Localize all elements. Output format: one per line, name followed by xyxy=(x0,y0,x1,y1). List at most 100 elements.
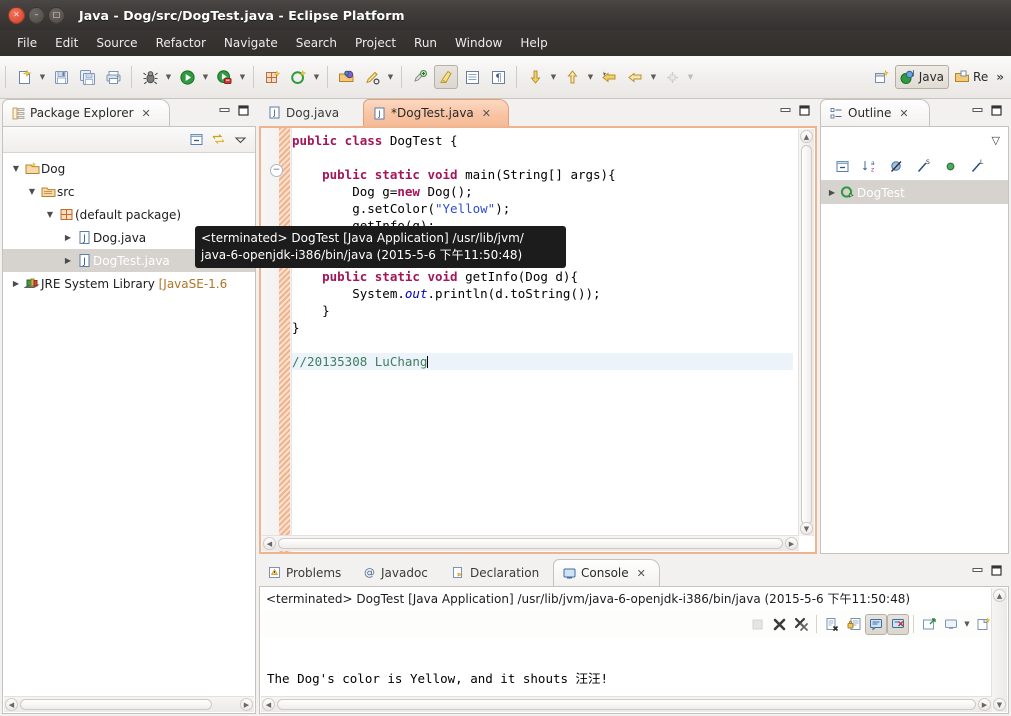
hscroll-thumb[interactable] xyxy=(278,538,783,549)
pin-editor-button[interactable] xyxy=(660,65,684,89)
menu-edit[interactable]: Edit xyxy=(46,34,87,52)
forward-history-dropdown[interactable]: ▼ xyxy=(648,65,659,89)
show-console-on-output-button[interactable] xyxy=(865,613,887,635)
expand-twisty[interactable]: ▶ xyxy=(61,233,75,242)
tab-dogtest-java[interactable]: J *DogTest.java ✕ xyxy=(363,99,509,126)
scroll-left-arrow[interactable]: ◀ xyxy=(262,698,275,711)
debug-button[interactable] xyxy=(138,65,162,89)
view-menu-button[interactable] xyxy=(229,130,251,150)
editor-gutter[interactable]: − xyxy=(261,128,292,552)
tab-console[interactable]: Console ✕ xyxy=(553,559,660,586)
menu-project[interactable]: Project xyxy=(346,34,405,52)
tab-problems[interactable]: Problems xyxy=(259,559,354,586)
scroll-up-arrow[interactable]: ▲ xyxy=(993,589,1006,602)
vscroll-thumb[interactable] xyxy=(801,145,812,525)
expand-twisty[interactable]: ▶ xyxy=(9,279,23,288)
expand-twisty[interactable]: ▶ xyxy=(825,188,839,197)
expand-twisty[interactable]: ▶ xyxy=(61,256,75,265)
previous-annotation-button[interactable] xyxy=(560,65,584,89)
new-java-class-button[interactable] xyxy=(286,65,310,89)
editor-hscrollbar[interactable]: ◀ ▶ xyxy=(262,535,799,551)
tab-dog-java[interactable]: J Dog.java xyxy=(259,99,363,126)
perspective-java[interactable]: J Java xyxy=(894,65,950,89)
collapse-all-button[interactable] xyxy=(185,130,207,150)
scroll-right-arrow[interactable]: ▶ xyxy=(240,698,253,711)
tab-declaration[interactable]: Declaration xyxy=(443,559,553,586)
print-button[interactable] xyxy=(101,65,125,89)
maximize-view-button[interactable] xyxy=(990,104,1003,117)
tree-item-dog-project[interactable]: ▼ Dog xyxy=(3,157,255,180)
new-wizard-button[interactable] xyxy=(12,65,36,89)
tab-javadoc[interactable]: @ Javadoc xyxy=(354,559,443,586)
next-annotation-dropdown[interactable]: ▼ xyxy=(548,65,559,89)
terminate-button[interactable] xyxy=(768,614,790,635)
new-wizard-dropdown[interactable]: ▼ xyxy=(37,65,48,89)
back-history-button[interactable] xyxy=(597,65,621,89)
new-class-dropdown[interactable]: ▼ xyxy=(311,65,322,89)
scroll-right-arrow[interactable]: ▶ xyxy=(785,537,798,550)
close-icon[interactable]: ✕ xyxy=(637,567,646,580)
menu-run[interactable]: Run xyxy=(405,34,446,52)
perspective-overflow-button[interactable]: » xyxy=(993,70,1007,84)
run-dropdown[interactable]: ▼ xyxy=(200,65,211,89)
clear-console-button[interactable] xyxy=(821,614,843,635)
close-window-button[interactable]: ✕ xyxy=(8,6,25,24)
open-perspective-button[interactable] xyxy=(870,65,894,89)
run-button[interactable] xyxy=(175,65,199,89)
code-text[interactable]: public class DogTest { public static voi… xyxy=(292,132,793,534)
maximize-view-button[interactable] xyxy=(990,564,1003,577)
next-annotation-button[interactable] xyxy=(523,65,547,89)
debug-dropdown[interactable]: ▼ xyxy=(163,65,174,89)
hscroll-thumb[interactable] xyxy=(20,699,212,710)
external-tools-button[interactable] xyxy=(212,65,236,89)
minimize-view-button[interactable] xyxy=(971,564,984,577)
scroll-left-arrow[interactable]: ◀ xyxy=(5,698,18,711)
menu-file[interactable]: File xyxy=(8,34,46,52)
hide-local-types-button[interactable]: L xyxy=(966,157,988,177)
menu-source[interactable]: Source xyxy=(87,34,146,52)
tree-item-jre-system-library[interactable]: ▶ JRE System Library [JavaSE-1.6 xyxy=(3,272,255,295)
maximize-window-button[interactable]: □ xyxy=(48,6,65,24)
tree-item-default-package[interactable]: ▼ (default package) xyxy=(3,203,255,226)
fold-collapse-icon[interactable]: − xyxy=(270,164,283,177)
close-icon[interactable]: ✕ xyxy=(142,107,151,120)
tree-item-src[interactable]: ▼ src xyxy=(3,180,255,203)
search-button[interactable] xyxy=(360,65,384,89)
expand-twisty[interactable]: ▼ xyxy=(25,187,39,196)
view-menu-button[interactable]: ▽ xyxy=(992,134,1000,147)
console-hscrollbar[interactable]: ◀ ▶ xyxy=(261,696,992,712)
close-icon[interactable]: ✕ xyxy=(482,107,491,120)
package-explorer-hscrollbar[interactable]: ◀ ▶ xyxy=(4,696,254,712)
editor-vscrollbar[interactable]: ▲ ▼ xyxy=(798,129,814,536)
pin-editor-dropdown[interactable]: ▼ xyxy=(685,65,696,89)
menu-navigate[interactable]: Navigate xyxy=(215,34,287,52)
minimize-window-button[interactable]: – xyxy=(28,6,45,24)
scroll-up-arrow[interactable]: ▲ xyxy=(800,130,813,143)
show-whitespace-button[interactable]: ¶ xyxy=(486,65,510,89)
remove-all-terminated-button[interactable] xyxy=(790,614,812,635)
close-icon[interactable]: ✕ xyxy=(899,107,908,120)
tab-outline[interactable]: Outline ✕ xyxy=(820,99,930,126)
previous-annotation-dropdown[interactable]: ▼ xyxy=(585,65,596,89)
external-tools-dropdown[interactable]: ▼ xyxy=(237,65,248,89)
menu-refactor[interactable]: Refactor xyxy=(147,34,215,52)
save-button[interactable] xyxy=(49,65,73,89)
expand-twisty[interactable]: ▼ xyxy=(9,164,23,173)
tab-package-explorer[interactable]: Package Explorer ✕ xyxy=(2,99,170,126)
maximize-editor-button[interactable] xyxy=(798,104,811,117)
scroll-down-arrow[interactable]: ▼ xyxy=(800,522,813,535)
last-edit-location-button[interactable] xyxy=(408,65,432,89)
minimize-editor-button[interactable] xyxy=(779,104,792,117)
maximize-view-button[interactable] xyxy=(237,104,250,117)
save-all-button[interactable] xyxy=(75,65,99,89)
link-with-editor-button[interactable] xyxy=(207,130,229,150)
menu-search[interactable]: Search xyxy=(287,34,346,52)
minimize-view-button[interactable] xyxy=(971,104,984,117)
menu-help[interactable]: Help xyxy=(511,34,556,52)
open-type-button[interactable] xyxy=(334,65,358,89)
scroll-right-arrow[interactable]: ▶ xyxy=(978,698,991,711)
perspective-resource[interactable]: Re xyxy=(949,65,993,89)
hscroll-thumb[interactable] xyxy=(277,699,976,710)
console-vscrollbar[interactable]: ▲ ▼ xyxy=(991,588,1007,712)
scroll-down-arrow[interactable]: ▼ xyxy=(993,698,1006,711)
